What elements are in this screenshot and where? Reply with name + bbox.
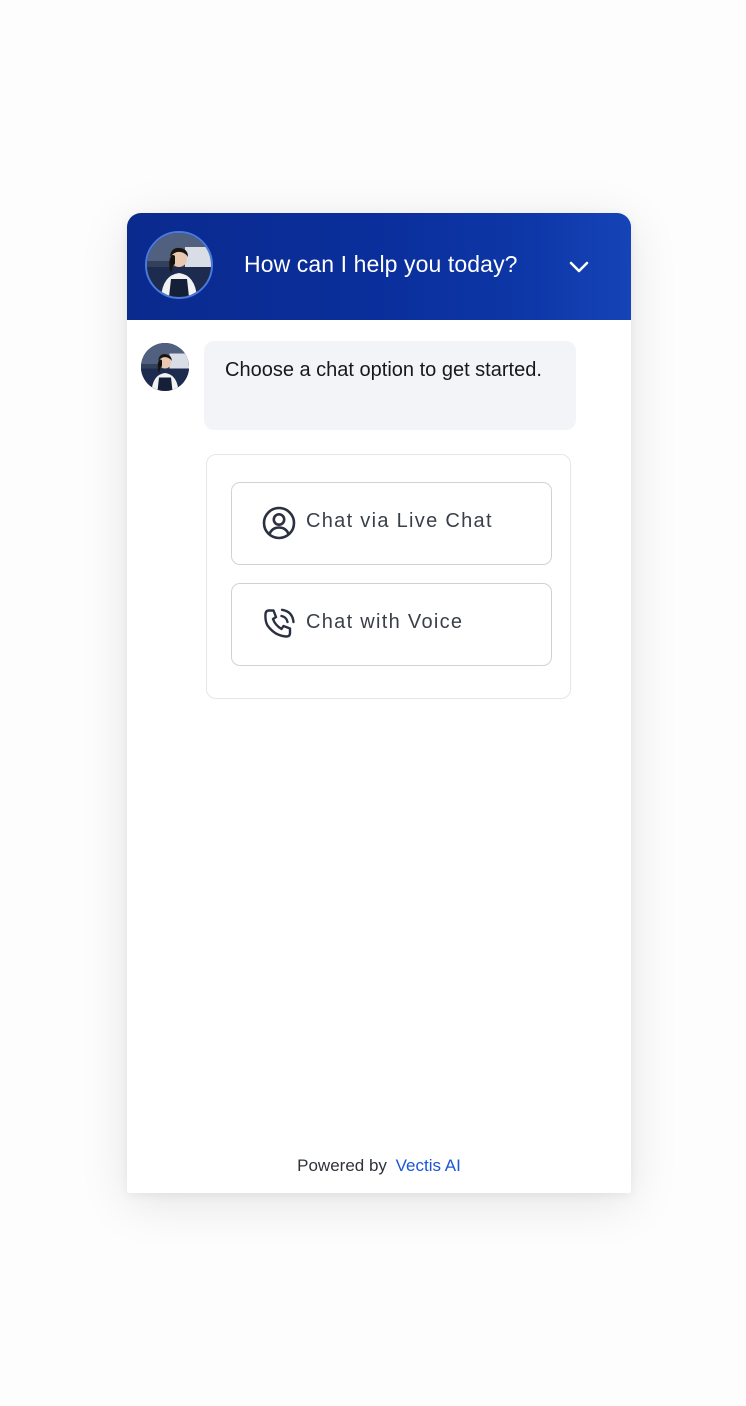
- chat-header: How can I help you today?: [127, 213, 631, 320]
- chat-options-card: Chat via Live Chat Chat with Voice: [206, 454, 571, 699]
- voice-chat-button[interactable]: Chat with Voice: [231, 583, 552, 666]
- chat-widget: How can I help you today? Choose a chat …: [127, 213, 631, 1193]
- voice-chat-label: Chat with Voice: [306, 611, 464, 633]
- agent-avatar-image: [147, 233, 211, 297]
- phone-call-icon: [264, 608, 295, 638]
- powered-by-text: Powered by: [297, 1156, 387, 1175]
- powered-by-footer: Powered by Vectis AI: [127, 1156, 631, 1176]
- live-chat-button[interactable]: Chat via Live Chat: [231, 482, 552, 565]
- bot-message-bubble: Choose a chat option to get started.: [204, 341, 576, 430]
- bot-avatar-image: [141, 343, 189, 391]
- header-title: How can I help you today?: [244, 251, 518, 277]
- user-circle-icon: [262, 506, 296, 540]
- live-chat-label: Chat via Live Chat: [306, 510, 493, 532]
- agent-avatar: [145, 231, 213, 299]
- chevron-down-icon: [569, 261, 589, 273]
- collapse-button[interactable]: [563, 251, 595, 283]
- brand-link[interactable]: Vectis AI: [396, 1156, 461, 1175]
- bot-avatar: [141, 343, 189, 391]
